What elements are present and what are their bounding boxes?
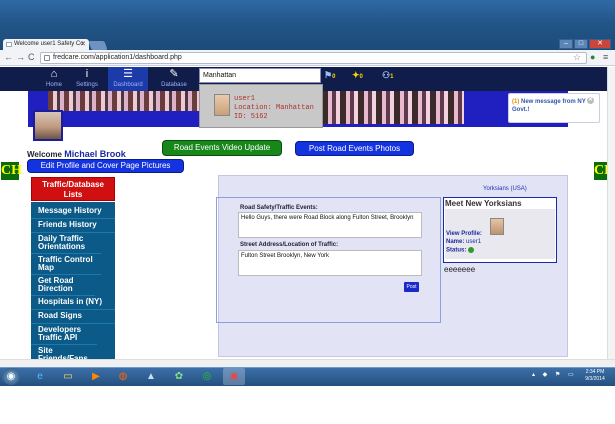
meet-title: Meet New Yorksians: [445, 199, 522, 208]
welcome-text: Welcome Michael Brook: [27, 149, 126, 159]
horizontal-scrollbar[interactable]: [0, 359, 615, 367]
sidebar-item-friends-history[interactable]: Friends History: [31, 219, 115, 233]
view-profile-label[interactable]: View Profile:: [446, 231, 482, 237]
nav-database-label: Database: [161, 82, 187, 88]
list-icon: ☰: [123, 68, 133, 80]
ch-badge-left: CH: [1, 162, 22, 180]
post-button[interactable]: Post: [404, 282, 419, 292]
browser-tab[interactable]: Welcome user1 Safety Co ✕: [3, 39, 89, 50]
nav-home-label: Home: [45, 82, 62, 88]
search-result-text[interactable]: user1 Location: Manhattan ID: 5162: [234, 95, 314, 122]
tab-title: Welcome user1 Safety Co: [14, 41, 84, 47]
address-textarea[interactable]: Fulton Street Brooklyn, New York: [238, 250, 422, 276]
nav-settings-label: Settings: [76, 82, 98, 88]
close-icon[interactable]: ✕: [587, 97, 594, 104]
favicon-icon: [6, 42, 12, 47]
bookmark-star-icon[interactable]: ☆: [573, 52, 581, 63]
friends-icon: ⚇: [382, 70, 391, 80]
minimize-icon[interactable]: –: [559, 39, 573, 49]
reload-icon[interactable]: C: [28, 52, 35, 62]
sidebar-item-road-direction[interactable]: Get Road Direction: [31, 275, 95, 296]
sidebar-item-traffic-map[interactable]: Traffic Control Map: [31, 254, 101, 275]
glo-icon[interactable]: ◎: [196, 368, 218, 385]
nav-home[interactable]: ⌂ Home: [38, 67, 70, 91]
back-arrow-icon[interactable]: ←: [4, 52, 13, 62]
cover-photo-left: [48, 91, 204, 111]
nav-database[interactable]: ✎ Database: [155, 67, 193, 91]
close-window-icon[interactable]: ✕: [589, 39, 611, 49]
messages-icon: ⚑: [324, 70, 333, 80]
events-textarea[interactable]: Hello Guys, there were Road Block along …: [238, 212, 422, 238]
sidebar-menu: Message History Friends History Daily Tr…: [31, 202, 115, 366]
profile-picture[interactable]: [33, 110, 63, 141]
notification-text: New message from NY Govt.!: [512, 99, 586, 113]
messages-counter[interactable]: ⚑0: [324, 70, 335, 81]
online-status-icon: [468, 247, 475, 253]
notification-count: (1): [512, 99, 520, 105]
extension-icon[interactable]: ●: [590, 52, 595, 62]
chrome-icon[interactable]: ◉: [223, 368, 245, 385]
friends-counter[interactable]: ⚇1: [382, 70, 393, 81]
meet-new-panel: Meet New Yorksians View Profile: Name: u…: [443, 197, 557, 263]
post-photos-button[interactable]: Post Road Events Photos: [295, 141, 414, 156]
vertical-scrollbar[interactable]: [607, 67, 615, 359]
start-button-icon[interactable]: ◉: [2, 368, 20, 385]
taskbar-clock[interactable]: 2:34 PM 9/3/2014: [577, 369, 613, 383]
alerts-counter[interactable]: ✦0: [352, 70, 363, 81]
url-text: fredcare.com/application1/dashboard.php: [53, 54, 182, 61]
member-status-row: Status:: [446, 247, 475, 254]
nav-dashboard-label: Dashboard: [113, 82, 143, 88]
events-label: Road Safety/Traffic Events:: [240, 205, 318, 211]
user-name: Michael Brook: [64, 149, 126, 159]
forward-arrow-icon[interactable]: →: [16, 52, 25, 62]
ie-icon[interactable]: e: [29, 368, 51, 385]
video-update-button[interactable]: Road Events Video Update: [162, 140, 282, 156]
sidebar-item-message-history[interactable]: Message History: [31, 202, 115, 219]
wrench-icon: ✎: [169, 68, 179, 80]
home-icon: ⌂: [50, 68, 58, 80]
cover-photo-right: [322, 91, 464, 124]
member-avatar[interactable]: [490, 218, 504, 235]
footer-text: eeeeeee: [444, 265, 476, 274]
folder-icon[interactable]: ▭: [57, 368, 79, 385]
sidebar-item-hospitals[interactable]: Hospitals in (NY): [31, 296, 115, 310]
result-avatar: [214, 94, 230, 116]
page-icon: [44, 55, 50, 61]
network-icon[interactable]: ▲: [140, 368, 162, 385]
address-label: Street Address/Location of Traffic:: [240, 242, 339, 248]
address-bar[interactable]: fredcare.com/application1/dashboard.php: [40, 52, 587, 64]
member-name-row: Name: user1: [446, 239, 482, 245]
nav-settings[interactable]: i Settings: [71, 67, 103, 91]
location-tag: Yorksians (USA): [483, 186, 527, 192]
settings-app-icon[interactable]: ✿: [168, 368, 190, 385]
maximize-icon[interactable]: □: [574, 39, 588, 49]
sidebar-item-daily-traffic[interactable]: Daily Traffic Orientations: [31, 233, 101, 254]
nav-dashboard[interactable]: ☰ Dashboard: [108, 67, 148, 91]
sidebar-header: Traffic/Database Lists: [31, 177, 115, 201]
firefox-icon[interactable]: ◍: [112, 368, 134, 385]
sidebar-item-developers-api[interactable]: Developers Traffic API: [31, 324, 97, 345]
tab-close-icon[interactable]: ✕: [80, 39, 86, 50]
search-input[interactable]: Manhattan: [199, 68, 321, 83]
system-tray-icons[interactable]: ▴ ◆ ⚑ ▭: [532, 371, 577, 378]
window-controls: – □ ✕: [559, 39, 611, 50]
media-player-icon[interactable]: ▶: [85, 368, 107, 385]
edit-profile-button[interactable]: Edit Profile and Cover Page Pictures: [27, 159, 184, 173]
menu-icon[interactable]: ≡: [603, 52, 608, 62]
new-tab-button[interactable]: [88, 41, 108, 50]
sidebar-item-road-signs[interactable]: Road Signs: [31, 310, 115, 324]
notification-popup[interactable]: ✕ (1) New message from NY Govt.!: [508, 93, 600, 123]
info-icon: i: [85, 68, 89, 80]
alerts-icon: ✦: [352, 70, 360, 80]
